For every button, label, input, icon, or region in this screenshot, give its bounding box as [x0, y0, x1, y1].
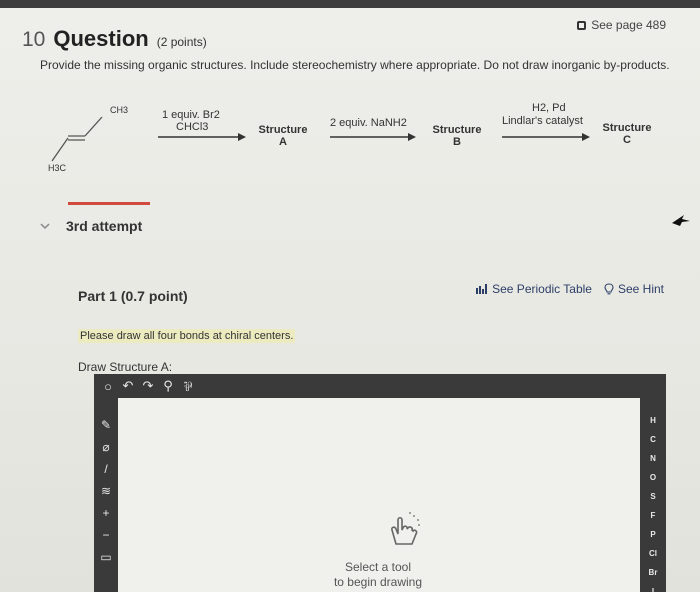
part-label: Part 1: [78, 288, 117, 304]
reagent-1-line2: CHCl3: [176, 121, 209, 133]
draw-structure-label: Draw Structure A:: [78, 360, 173, 374]
zoom-icon[interactable]: ⚲: [162, 378, 174, 394]
bond-1: [84, 116, 103, 137]
canvas-hint-line1: Select a tool: [344, 560, 412, 574]
redo-icon[interactable]: ↷: [142, 378, 154, 394]
top-bar: [0, 0, 700, 8]
hand-pointer-icon: [391, 512, 420, 545]
structure-b-line2: B: [453, 136, 461, 148]
periodic-table-link[interactable]: See Periodic Table: [476, 282, 592, 296]
periodic-table-label: See Periodic Table: [492, 282, 592, 296]
question-title: Question: [53, 26, 149, 51]
help-links: See Periodic Table See Hint: [476, 282, 664, 296]
periodic-table-icon: [476, 284, 488, 294]
arrow-2-head: [408, 133, 416, 141]
attempt-toggle[interactable]: 3rd attempt: [38, 218, 142, 234]
question-header: 10 Question (2 points): [22, 26, 207, 52]
element-h[interactable]: H: [640, 416, 666, 425]
clear-icon[interactable]: ○: [102, 379, 114, 394]
see-page-link[interactable]: See page 489: [577, 18, 666, 32]
structure-editor: ○ ↶ ↷ ⚲ ⅌ ✎ ⌀ / ≋ + − ▭ Select a tool to…: [94, 374, 666, 592]
structure-b-line1: Structure: [432, 124, 482, 136]
undo-icon[interactable]: ↶: [122, 378, 134, 394]
question-points: (2 points): [156, 35, 207, 49]
reagent-2: 2 equiv. NaNH2: [330, 117, 407, 129]
reaction-scheme: CH3 H3C 1 equiv. Br2 CHCl3 Structure A 2…: [40, 93, 680, 183]
structure-c-line2: C: [623, 134, 631, 146]
plus-charge-icon[interactable]: +: [94, 506, 118, 520]
element-palette: H C N O S F P Cl Br I: [640, 398, 666, 592]
lightbulb-icon: [604, 283, 614, 295]
structure-a-label: Structure A: [257, 124, 309, 148]
element-f[interactable]: F: [640, 511, 666, 520]
drawing-canvas[interactable]: Select a tool to begin drawing: [118, 398, 640, 592]
ch3-label: CH3: [110, 105, 129, 115]
reagent-3-line1: H2, Pd: [532, 102, 566, 114]
attempt-divider: [68, 202, 150, 205]
ring-tool-icon[interactable]: ⌀: [94, 440, 118, 454]
bond-3: [51, 137, 69, 162]
chevron-down-icon: [40, 223, 50, 230]
canvas-hint: Select a tool to begin drawing: [318, 560, 438, 590]
question-number: 10: [22, 28, 46, 51]
structure-b-label: Structure B: [430, 124, 484, 148]
attempt-label: 3rd attempt: [66, 218, 143, 234]
hint-link[interactable]: See Hint: [604, 282, 664, 296]
part-points: (0.7 point): [120, 288, 188, 304]
element-n[interactable]: N: [640, 454, 666, 463]
structure-a-line1: Structure: [258, 124, 308, 136]
reagent-1-line1: 1 equiv. Br2: [162, 109, 220, 121]
element-cl[interactable]: Cl: [640, 549, 666, 558]
structure-c-line1: Structure: [602, 122, 652, 134]
element-i[interactable]: I: [640, 587, 666, 592]
mouse-cursor-icon: [672, 215, 690, 226]
element-o[interactable]: O: [640, 473, 666, 482]
reaction-scheme-graphics: [51, 116, 590, 162]
arrow-1-head: [238, 133, 246, 141]
element-s[interactable]: S: [640, 492, 666, 501]
reagent-3-line2: Lindlar's catalyst: [502, 115, 583, 127]
structure-a-line2: A: [279, 136, 287, 148]
template-icon[interactable]: ⅌: [182, 377, 194, 395]
hint-label: See Hint: [617, 282, 664, 296]
bond-tool-icon[interactable]: /: [94, 462, 118, 476]
structure-c-label: Structure C: [600, 122, 654, 146]
question-page: See page 489 10 Question (2 points) Prov…: [0, 8, 700, 592]
question-instructions: Provide the missing organic structures. …: [40, 58, 670, 72]
part-heading: Part 1 (0.7 point): [78, 288, 188, 304]
editor-left-tools: ✎ ⌀ / ≋ + − ▭: [94, 398, 118, 592]
select-tool-icon[interactable]: ▭: [94, 550, 118, 564]
eraser-tool-icon[interactable]: ✎: [94, 418, 118, 432]
editor-toolbar: ○ ↶ ↷ ⚲ ⅌: [94, 374, 666, 398]
minus-charge-icon[interactable]: −: [94, 528, 118, 542]
canvas-hint-line2: to begin drawing: [333, 575, 423, 589]
chain-tool-icon[interactable]: ≋: [94, 484, 118, 498]
element-c[interactable]: C: [640, 435, 666, 444]
chiral-note: Please draw all four bonds at chiral cen…: [78, 329, 296, 343]
element-p[interactable]: P: [640, 530, 666, 539]
book-icon: [577, 20, 587, 30]
arrow-3-head: [582, 133, 590, 141]
element-br[interactable]: Br: [640, 568, 666, 577]
see-page-label: See page 489: [591, 18, 666, 32]
h3c-label: H3C: [48, 163, 67, 173]
